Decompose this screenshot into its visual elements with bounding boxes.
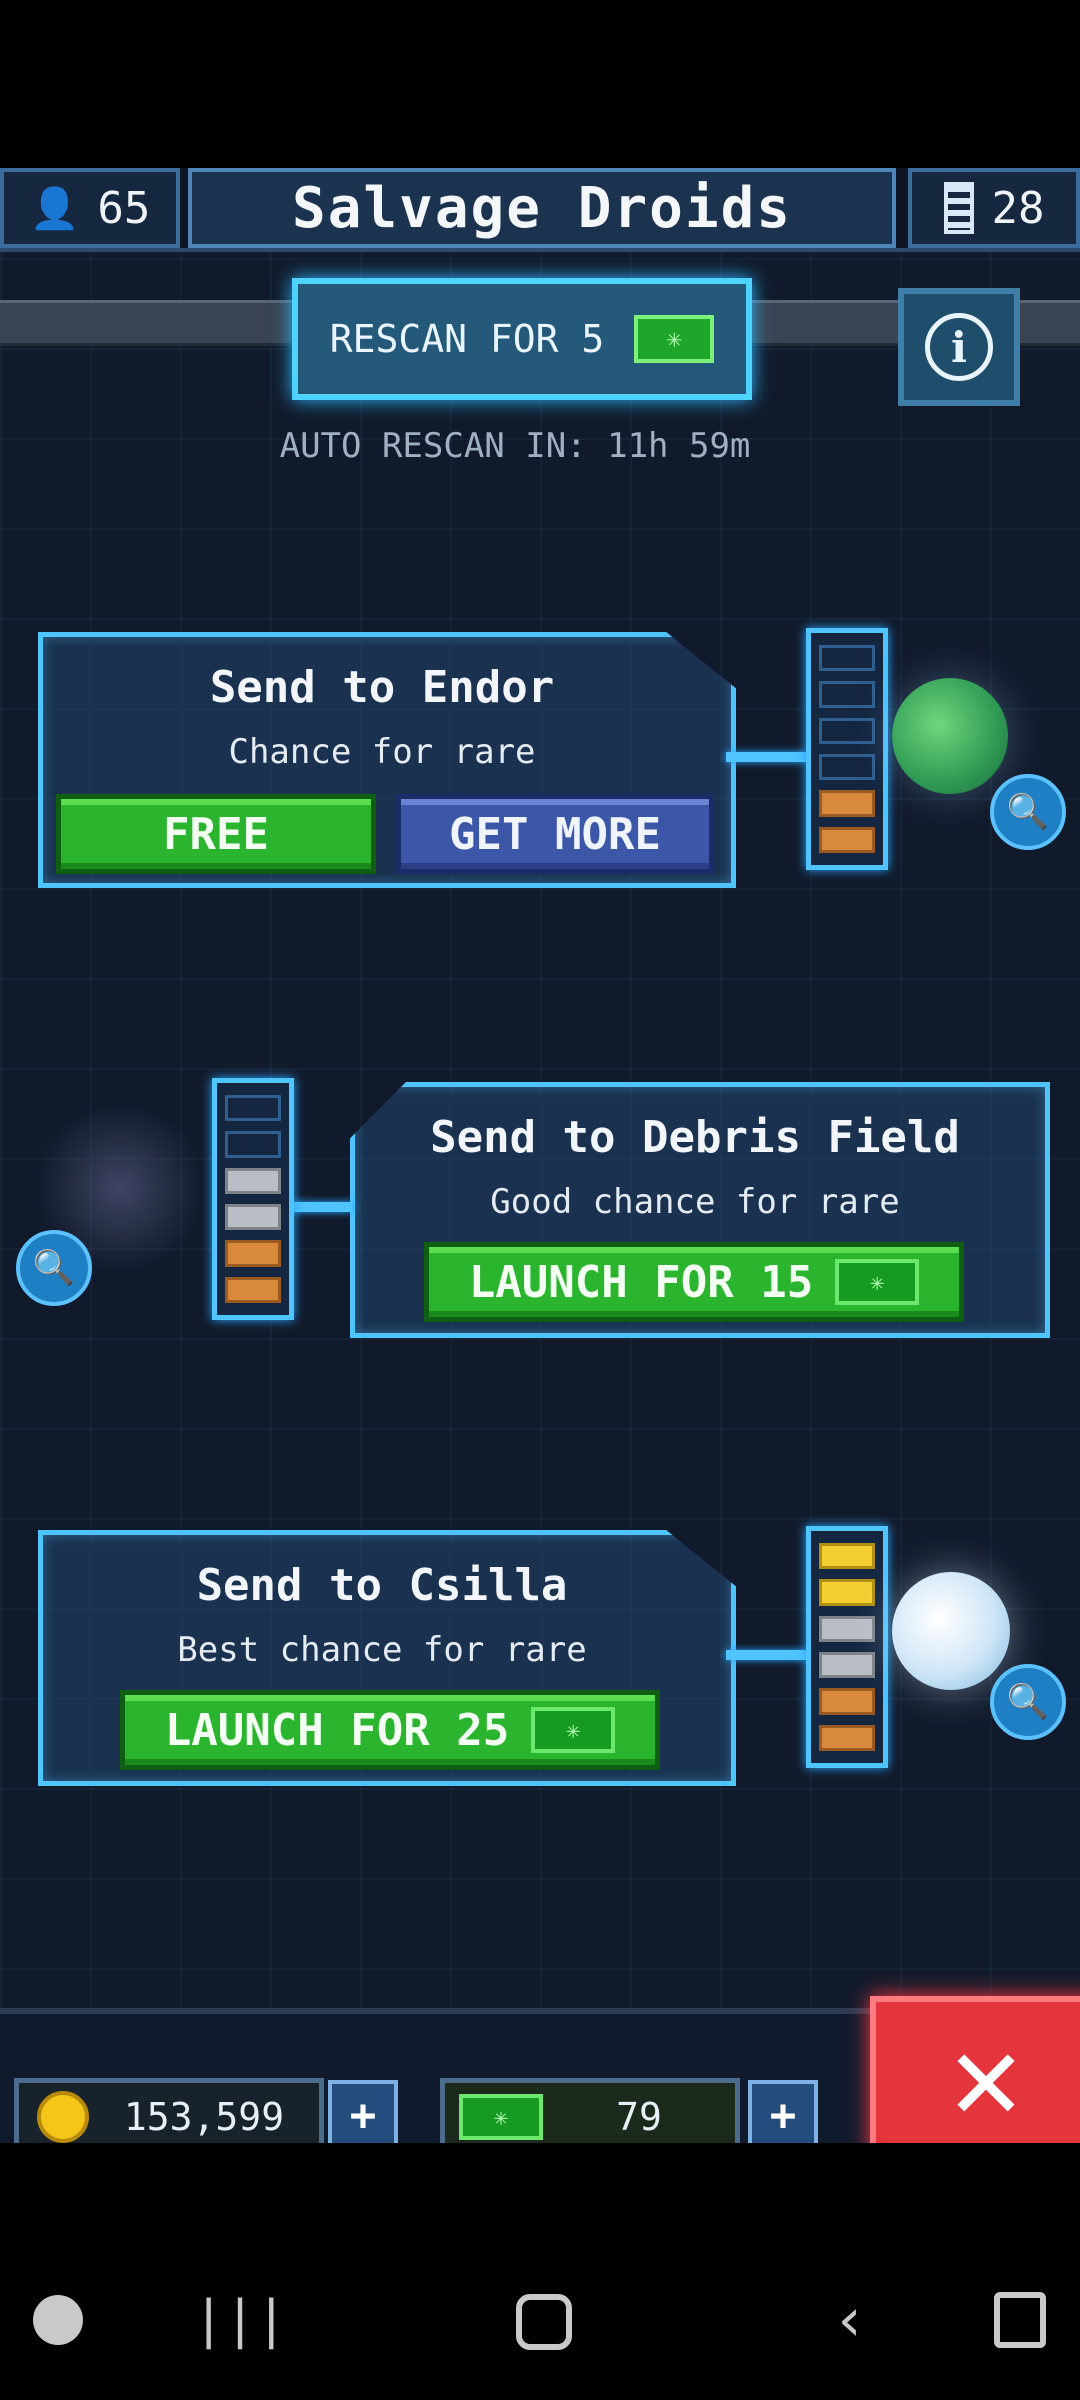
meter-segment [225,1203,281,1231]
recent-apps-icon: ||| [193,2290,287,2350]
rarity-meter [806,1526,888,1768]
get-more-label: GET MORE [449,808,661,860]
magnifier-icon: 🔍 [1006,1682,1050,1722]
meter-segment [819,681,875,708]
mission-subtitle: Best chance for rare [177,1630,587,1670]
meter-segment [819,1543,875,1570]
magnifier-icon: 🔍 [1006,792,1050,832]
free-button[interactable]: FREE [56,794,376,874]
rarity-meter [212,1078,294,1320]
system-nav-bar [0,2143,1080,2400]
gem-icon [835,1259,920,1305]
credits-display: 153,599 [14,2078,324,2143]
crew-count: 65 [97,182,151,234]
auto-rescan-timer: AUTO RESCAN IN: 11h 59m [279,426,751,466]
connector [726,752,808,762]
plus-icon: + [349,2089,377,2141]
meter-segment [225,1095,281,1122]
mission-title: Send to Csilla [196,1560,568,1611]
crew-counter: 👤 65 [0,168,180,248]
rescan-label: RESCAN FOR 5 [329,317,605,361]
meter-segment [819,790,875,817]
meter-segment [225,1131,281,1158]
meter-segment [819,1724,875,1751]
meter-segment [819,1688,875,1715]
plus-icon: + [769,2089,797,2141]
lock-icon[interactable] [990,2290,1050,2350]
zoom-button-csilla[interactable]: 🔍 [990,1664,1066,1740]
mission-title: Send to Debris Field [430,1112,960,1163]
meter-segment [225,1240,281,1267]
gem-icon [459,2094,543,2140]
meter-segment [819,1651,875,1679]
page-title: Salvage Droids [188,168,896,248]
person-icon: 👤 [29,185,80,232]
get-more-button[interactable]: GET MORE [396,794,714,874]
mission-subtitle: Good chance for rare [490,1182,900,1222]
coin-icon [37,2091,89,2143]
zoom-button-debris[interactable]: 🔍 [16,1230,92,1306]
home-button[interactable] [512,2290,576,2354]
gem-icon [531,1707,616,1753]
meter-segment [819,753,875,781]
pipe-left [0,300,300,346]
meter-segment [819,645,875,672]
back-icon: ‹ [831,2285,869,2355]
info-button[interactable]: i [898,288,1020,406]
magnifier-icon: 🔍 [32,1248,76,1288]
rescan-button[interactable]: RESCAN FOR 5 [292,278,752,400]
home-icon [516,2294,572,2350]
meter-segment [225,1276,281,1303]
gems-value: 79 [616,2095,662,2139]
meter-segment [819,1579,875,1606]
launch-button-debris[interactable]: LAUNCH FOR 15 [424,1242,964,1322]
pipe-right [730,300,910,346]
zoom-button-endor[interactable]: 🔍 [990,774,1066,850]
game-screen: 👤 65 Salvage Droids 28 RESCAN FOR 5 i AU… [0,168,1080,2143]
planet-csilla[interactable] [892,1572,1010,1690]
close-button[interactable]: ✕ [870,1996,1080,2143]
rarity-meter [806,628,888,870]
meter-segment [819,1615,875,1642]
droid-count: 28 [991,182,1045,234]
connector [726,1650,808,1660]
back-button[interactable]: ‹ [820,2285,880,2355]
credits-value: 153,599 [123,2095,285,2139]
droid-icon [943,182,974,234]
gems-display: 79 [440,2078,740,2143]
mission-title: Send to Endor [209,662,555,713]
gem-icon [634,315,715,363]
free-label: FREE [163,808,269,860]
planet-endor[interactable] [892,678,1008,794]
info-icon: i [925,313,993,381]
droid-counter: 28 [908,168,1080,248]
meter-segment [225,1167,281,1194]
launch-label: LAUNCH FOR 15 [468,1256,814,1308]
meter-segment [819,717,875,744]
launch-label: LAUNCH FOR 25 [164,1704,510,1756]
add-credits-button[interactable]: + [328,2080,398,2143]
game-tools-icon[interactable] [28,2290,88,2350]
mission-subtitle: Chance for rare [228,732,536,772]
launch-button-csilla[interactable]: LAUNCH FOR 25 [120,1690,660,1770]
add-gems-button[interactable]: + [748,2080,818,2143]
close-icon: ✕ [949,2007,1023,2144]
meter-segment [819,826,875,853]
recent-apps-button[interactable]: ||| [193,2290,287,2350]
